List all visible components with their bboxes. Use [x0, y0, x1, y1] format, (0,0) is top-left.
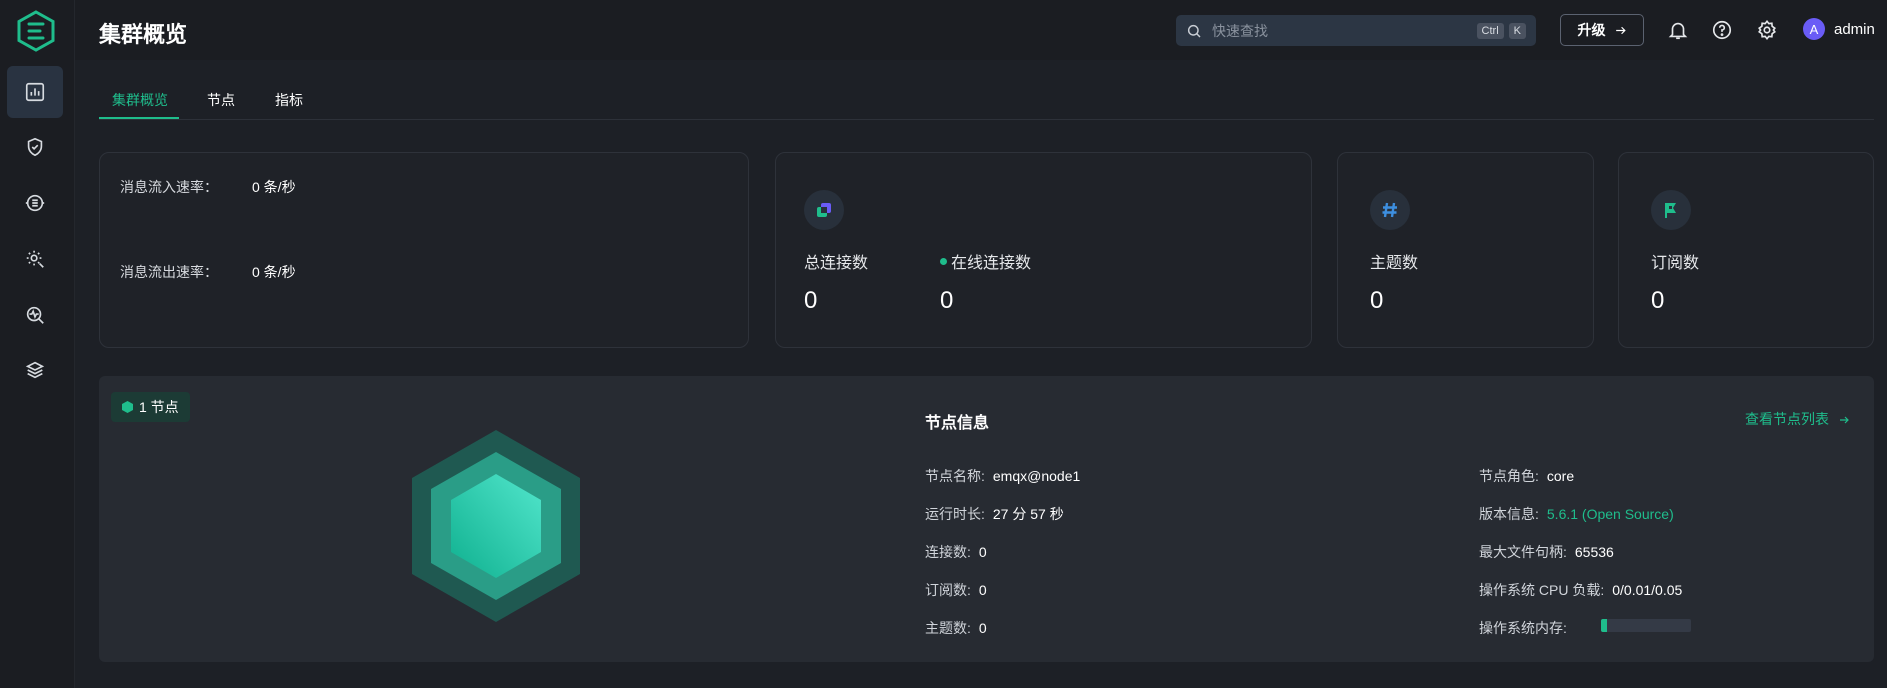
total-connections-value: 0 — [804, 287, 818, 314]
upgrade-label: 升级 — [1577, 22, 1606, 38]
tab-bar: 集群概览 节点 指标 — [99, 80, 1874, 120]
cpu-load-value: 0/0.01/0.05 — [1612, 582, 1683, 598]
connections-icon — [804, 190, 844, 230]
memory-usage-fill — [1601, 619, 1608, 632]
settings-gear-icon[interactable] — [1756, 19, 1778, 41]
subscriptions-field-value: 0 — [978, 582, 987, 598]
node-count-badge[interactable]: 1 节点 — [111, 392, 190, 422]
uptime-value: 27 分 57 秒 — [992, 506, 1064, 522]
subscription-flag-icon — [1651, 190, 1691, 230]
shield-check-icon — [27, 137, 43, 157]
layers-icon — [25, 361, 45, 379]
topics-label: 主题数 — [1370, 255, 1419, 272]
online-connections-label: 在线连接数 — [940, 249, 1031, 273]
data-integration-icon — [25, 194, 45, 212]
tab-metrics[interactable]: 指标 — [275, 90, 303, 110]
message-rate-card: 消息流入速率： 0 条/秒 消息流出速率： 0 条/秒 — [99, 152, 749, 348]
node-info-title: 节点信息 — [925, 415, 990, 432]
topics-field-value: 0 — [978, 620, 987, 636]
search-icon — [1187, 24, 1201, 38]
username: admin — [1834, 20, 1875, 38]
online-connections-value: 0 — [940, 287, 954, 314]
user-menu[interactable]: A admin — [1803, 18, 1875, 40]
topics-field-label: 主题数: — [925, 620, 971, 636]
version-value[interactable]: 5.6.1 (Open Source) — [1547, 506, 1674, 522]
uptime-row: 运行时长: 27 分 57 秒 — [925, 504, 1064, 524]
top-header: 集群概览 快速查找 Ctrl K 升级 A admin — [75, 0, 1887, 60]
node-panel: 1 节点 节点信息 查看节点列表 节点名称: emqx@node1 运行时长: … — [99, 376, 1874, 662]
node-role-value: core — [1546, 468, 1575, 484]
shortcut-key-ctrl: Ctrl — [1476, 22, 1504, 39]
sidebar-item-extensions[interactable] — [7, 344, 63, 396]
connections-value: 0 — [978, 544, 987, 560]
memory-row: 操作系统内存: — [1479, 618, 1567, 638]
max-fd-row: 最大文件句柄: 65536 — [1479, 542, 1614, 562]
arrow-right-icon — [1839, 416, 1849, 424]
version-label: 版本信息: — [1479, 506, 1539, 522]
bell-icon[interactable] — [1667, 19, 1689, 41]
uptime-label: 运行时长: — [925, 506, 985, 522]
search-placeholder: 快速查找 — [1212, 22, 1268, 39]
topics-card: 主题数 0 — [1337, 152, 1594, 348]
quick-search-input[interactable]: 快速查找 Ctrl K — [1176, 15, 1536, 46]
rate-out-value: 0 条/秒 — [252, 264, 296, 280]
arrow-right-icon — [1615, 26, 1626, 34]
max-fd-value: 65536 — [1574, 544, 1614, 560]
topics-row: 主题数: 0 — [925, 618, 987, 638]
memory-usage-bar — [1601, 619, 1691, 632]
node-role-row: 节点角色: core — [1479, 466, 1574, 486]
shortcut-key-k: K — [1508, 22, 1526, 39]
memory-label: 操作系统内存: — [1479, 620, 1567, 636]
connections-card: 总连接数 0 在线连接数 0 — [775, 152, 1312, 348]
online-connections-text: 在线连接数 — [951, 255, 1032, 272]
total-connections-label: 总连接数 — [804, 255, 869, 272]
page-title: 集群概览 — [99, 22, 188, 47]
node-count-text: 1 节点 — [139, 399, 179, 415]
node-hexagon[interactable] — [410, 428, 582, 624]
subscriptions-value: 0 — [1651, 287, 1665, 314]
topics-value: 0 — [1370, 287, 1384, 314]
sidebar-item-management[interactable] — [7, 233, 63, 285]
help-icon[interactable] — [1711, 19, 1733, 41]
emqx-logo-icon[interactable] — [16, 10, 56, 52]
sidebar — [0, 0, 75, 688]
version-row: 版本信息: 5.6.1 (Open Source) — [1479, 504, 1674, 524]
tab-cluster-overview[interactable]: 集群概览 — [112, 90, 168, 110]
dashboard-icon — [25, 82, 45, 102]
active-tab-underline — [99, 117, 179, 119]
subscriptions-card: 订阅数 0 — [1618, 152, 1874, 348]
online-status-dot — [940, 258, 947, 266]
node-name-row: 节点名称: emqx@node1 — [925, 466, 1080, 486]
main-content: 集群概览 节点 指标 消息流入速率： 0 条/秒 消息流出速率： 0 条/秒 总… — [75, 60, 1887, 688]
sidebar-item-diagnose[interactable] — [7, 289, 63, 341]
connections-row: 连接数: 0 — [925, 542, 987, 562]
node-name-label: 节点名称: — [925, 468, 985, 484]
hash-icon — [1370, 190, 1410, 230]
diagnose-icon — [26, 306, 44, 324]
sidebar-item-dashboard[interactable] — [7, 66, 63, 118]
node-role-label: 节点角色: — [1479, 468, 1539, 484]
management-gear-icon — [26, 250, 44, 268]
app-root: 集群概览 快速查找 Ctrl K 升级 A admin 集群概览 节点 指标 消… — [0, 0, 1887, 688]
subscriptions-field-label: 订阅数: — [925, 582, 971, 598]
rate-in-label: 消息流入速率： — [120, 179, 218, 195]
avatar: A — [1803, 18, 1825, 40]
hexagon-icon — [122, 401, 133, 413]
tab-nodes[interactable]: 节点 — [207, 90, 235, 110]
node-name-value: emqx@node1 — [992, 468, 1081, 484]
subscriptions-label: 订阅数 — [1651, 255, 1700, 272]
sidebar-item-integration[interactable] — [7, 177, 63, 229]
sidebar-item-access-control[interactable] — [7, 121, 63, 173]
connections-label: 连接数: — [925, 544, 971, 560]
rate-out-label: 消息流出速率： — [120, 264, 218, 280]
cpu-load-row: 操作系统 CPU 负载: 0/0.01/0.05 — [1479, 580, 1682, 600]
max-fd-label: 最大文件句柄: — [1479, 544, 1567, 560]
view-node-list-text: 查看节点列表 — [1745, 411, 1829, 427]
subscriptions-row: 订阅数: 0 — [925, 580, 987, 600]
rate-in-value: 0 条/秒 — [252, 179, 296, 195]
upgrade-button[interactable]: 升级 — [1560, 14, 1644, 46]
view-node-list-link[interactable]: 查看节点列表 — [1745, 409, 1850, 429]
cpu-load-label: 操作系统 CPU 负载: — [1479, 582, 1605, 598]
